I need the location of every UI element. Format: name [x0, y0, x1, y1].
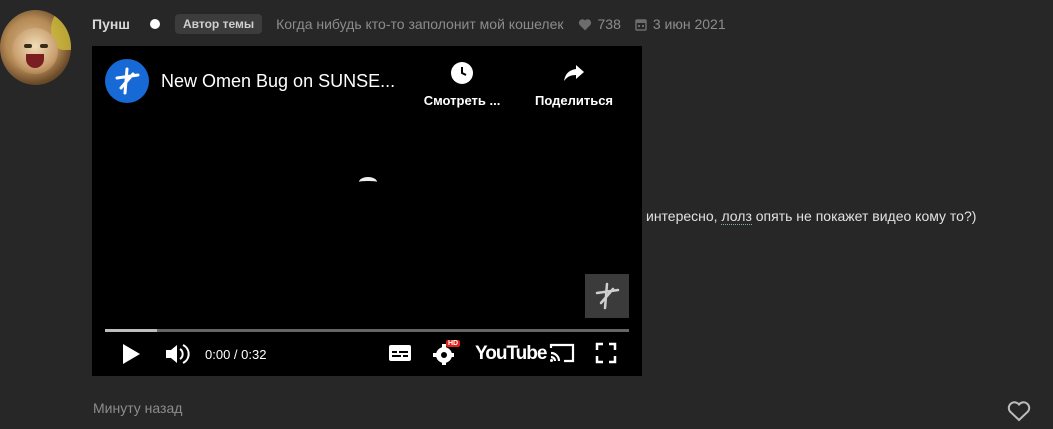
hd-badge: HD [446, 340, 461, 347]
fullscreen-icon [595, 342, 617, 364]
time-display: 0:00 / 0:32 [205, 347, 267, 362]
subtitles-icon [389, 345, 411, 361]
progress-bar-loaded [105, 329, 158, 332]
progress-bar[interactable] [105, 329, 629, 332]
cast-button[interactable] [548, 342, 576, 364]
volume-button[interactable] [164, 342, 190, 366]
post-header: Пунш Автор темы Когда нибудь кто-то запо… [92, 14, 726, 34]
channel-watermark[interactable] [585, 274, 629, 318]
volume-icon [166, 344, 190, 364]
video-title[interactable]: New Omen Bug on SUNSE... [161, 71, 406, 92]
heart-icon [578, 18, 591, 30]
youtube-logo[interactable]: YouTube [475, 343, 547, 365]
post-date: 3 июн 2021 [635, 16, 726, 32]
channel-logo-icon[interactable] [105, 59, 149, 103]
play-button[interactable] [120, 342, 142, 366]
calendar-icon [635, 18, 647, 31]
play-icon [123, 344, 140, 364]
cast-icon [549, 343, 575, 363]
date-value: 3 июн 2021 [652, 16, 726, 32]
loading-spinner [359, 177, 377, 187]
fullscreen-button[interactable] [595, 342, 617, 364]
post-timestamp[interactable]: Минуту назад [93, 400, 182, 416]
subtitles-button[interactable] [388, 342, 412, 364]
avatar[interactable] [0, 10, 71, 85]
share-label: Поделиться [534, 93, 614, 108]
user-status: Когда нибудь кто-то заполонит мой кошеле… [276, 16, 564, 32]
watch-later-label: Смотреть ... [423, 93, 501, 108]
share-button[interactable]: Поделиться [524, 61, 624, 108]
post-text-start: интересно, [646, 208, 722, 224]
youtube-embed[interactable]: New Omen Bug on SUNSE... Смотреть ... По… [92, 46, 642, 376]
heart-outline-icon [1007, 401, 1031, 422]
avatar-eye-right [40, 44, 48, 48]
author-badge: Автор темы [174, 14, 263, 34]
likes-value: 738 [597, 16, 621, 32]
post-message: интересно, лолз опять не покажет видео к… [646, 208, 977, 225]
clock-icon [451, 62, 473, 84]
avatar-eye-left [24, 44, 32, 48]
post-text-end: опять не покажет видео кому то?) [751, 208, 977, 224]
post-text-link[interactable]: лолз [721, 208, 752, 225]
like-button[interactable] [1006, 399, 1032, 423]
share-arrow-icon [564, 65, 584, 81]
online-indicator [149, 19, 160, 29]
watch-later-button[interactable]: Смотреть ... [412, 61, 512, 108]
settings-button[interactable]: HD [433, 340, 461, 366]
player-controls: 0:00 / 0:32 HD YouTube [92, 338, 642, 370]
author-name[interactable]: Пунш [92, 16, 130, 32]
likes-count: 738 [578, 16, 621, 32]
